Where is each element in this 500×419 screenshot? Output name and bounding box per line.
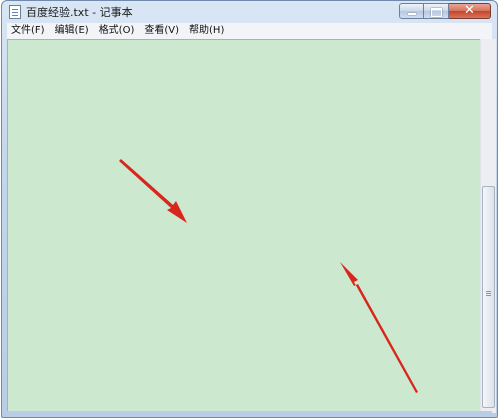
notepad-window: 百度经验.txt - 记事本 ✕ 文件(F) 编辑(E) 格式(O) 查看(V)… [1,0,498,418]
window-bottom-frame [7,411,492,414]
window-title: 百度经验.txt - 记事本 [26,6,133,19]
text-editor-area[interactable] [7,39,490,413]
close-button[interactable]: ✕ [449,3,491,19]
notepad-icon[interactable] [9,5,21,19]
scroll-grip-icon [486,291,491,292]
menu-edit[interactable]: 编辑(E) [50,23,94,39]
title-bar[interactable]: 百度经验.txt - 记事本 ✕ [2,1,497,23]
maximize-button[interactable] [424,3,449,19]
scrollbar-thumb[interactable] [482,186,495,408]
menu-bar: 文件(F) 编辑(E) 格式(O) 查看(V) 帮助(H) [7,23,492,40]
menu-help[interactable]: 帮助(H) [184,23,229,39]
minimize-button[interactable] [399,3,424,19]
menu-format[interactable]: 格式(O) [94,23,140,39]
caption-buttons: ✕ [399,3,491,20]
maximize-icon [431,8,442,17]
minimize-icon [408,13,416,15]
close-icon: ✕ [464,3,475,18]
menu-view[interactable]: 查看(V) [139,23,184,39]
menu-file[interactable]: 文件(F) [7,23,50,39]
vertical-scrollbar[interactable] [480,39,496,413]
